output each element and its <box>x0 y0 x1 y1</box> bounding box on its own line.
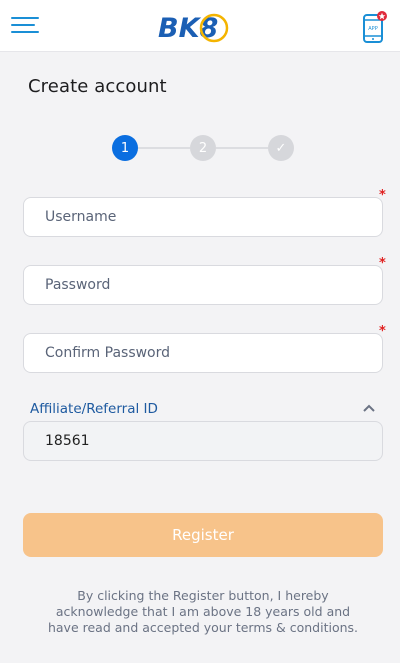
confirm-password-input[interactable] <box>23 333 383 373</box>
stepper-connector <box>138 147 190 149</box>
affiliate-id-label: Affiliate/Referral ID <box>30 401 158 417</box>
step-1-indicator: 1 <box>112 135 138 161</box>
bk8-logo[interactable]: BK8 <box>156 7 232 45</box>
chevron-up-icon[interactable] <box>362 403 376 413</box>
step-complete-check-icon: ✓ <box>268 135 294 161</box>
registration-stepper: 1 2 ✓ <box>112 135 294 161</box>
svg-text:APP: APP <box>368 26 377 32</box>
step-2-indicator: 2 <box>190 135 216 161</box>
password-input[interactable] <box>23 265 383 305</box>
affiliate-id-input[interactable] <box>23 421 383 461</box>
hamburger-menu-icon[interactable] <box>11 14 41 36</box>
username-input[interactable] <box>23 197 383 237</box>
mobile-app-icon[interactable]: APP <box>362 10 388 44</box>
top-header: BK8 APP <box>0 0 400 52</box>
stepper-connector <box>216 147 268 149</box>
register-button[interactable]: Register <box>23 513 383 557</box>
page-title: Create account <box>28 76 167 97</box>
terms-disclaimer: By clicking the Register button, I hereb… <box>47 588 359 635</box>
